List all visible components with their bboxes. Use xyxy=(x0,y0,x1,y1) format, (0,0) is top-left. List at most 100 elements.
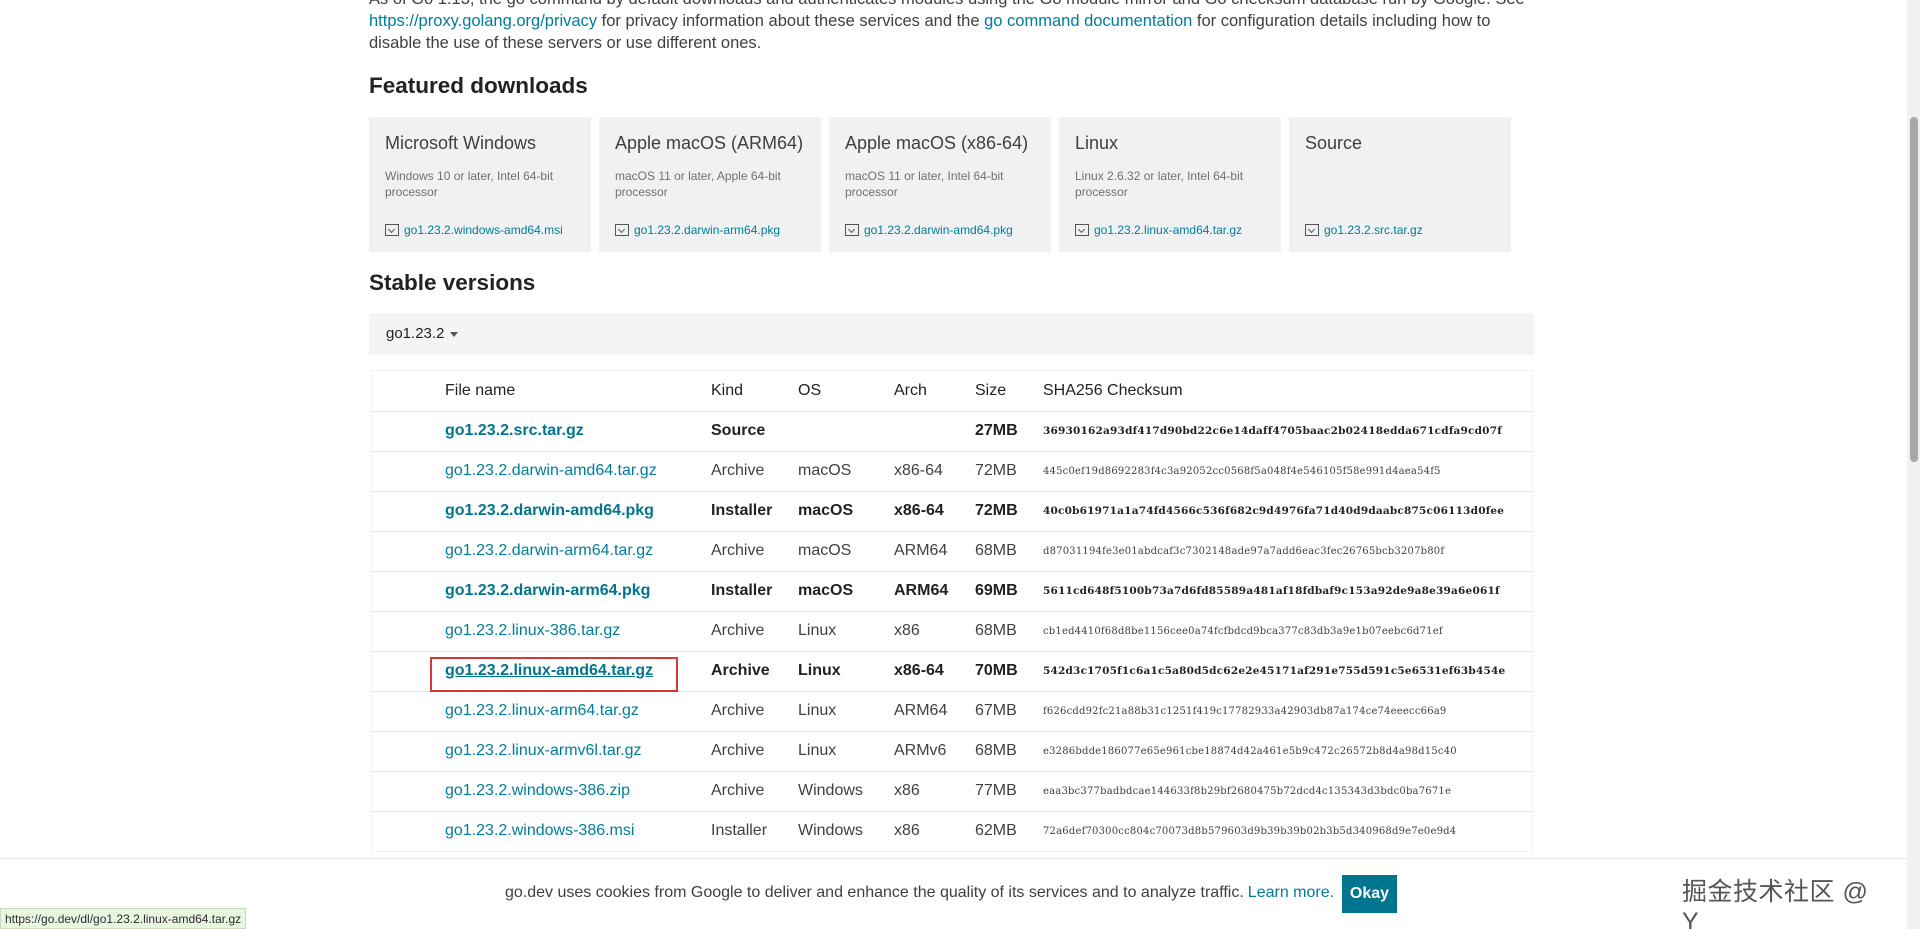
cell-arch: x86 xyxy=(894,810,975,851)
featured-downloads: Microsoft Windows Windows 10 or later, In… xyxy=(369,117,1511,252)
row-spacer xyxy=(372,450,445,491)
cell-file-name: go1.23.2.darwin-amd64.pkg xyxy=(445,490,711,531)
watermark: 掘金技术社区 @ Y_ xyxy=(1682,878,1869,929)
learn-more-link[interactable]: Learn more. xyxy=(1248,884,1334,901)
cell-kind: Archive xyxy=(711,690,798,731)
status-bar-url: https://go.dev/dl/go1.23.2.linux-amd64.t… xyxy=(0,908,247,929)
card-description: Windows 10 or later, Intel 64-bit proces… xyxy=(385,169,554,199)
cell-size: 68MB xyxy=(975,730,1043,771)
row-spacer xyxy=(372,810,445,851)
version-label: go1.23.2 xyxy=(386,325,445,342)
card-download-link[interactable]: go1.23.2.src.tar.gz xyxy=(1305,223,1423,237)
cell-size: 68MB xyxy=(975,530,1043,571)
featured-card[interactable]: Microsoft Windows Windows 10 or later, In… xyxy=(369,117,591,252)
file-download-link[interactable]: go1.23.2.linux-amd64.tar.gz xyxy=(445,662,653,679)
table-row: go1.23.2.src.tar.gz Source 27MB 36930162a93… xyxy=(372,410,1532,451)
cell-size: 72MB xyxy=(975,490,1043,531)
cell-sha256: 445c0ef19d8692283f4c3a92052cc0568f5a048f… xyxy=(1043,450,1532,491)
row-spacer xyxy=(372,610,445,651)
table-body: go1.23.2.src.tar.gz Source 27MB 36930162a93… xyxy=(372,410,1532,851)
card-title: Linux xyxy=(1075,133,1119,153)
okay-button[interactable]: Okay xyxy=(1342,875,1397,913)
row-spacer xyxy=(372,410,445,451)
go-command-doc-link[interactable]: go command documentation xyxy=(984,12,1192,30)
caret-down-icon xyxy=(450,331,459,337)
card-download-link[interactable]: go1.23.2.windows-amd64.msi xyxy=(385,223,563,237)
scrollbar-thumb[interactable] xyxy=(1910,117,1918,462)
file-download-link[interactable]: go1.23.2.darwin-amd64.pkg xyxy=(445,502,654,519)
cell-os: macOS xyxy=(798,450,894,491)
card-download-link[interactable]: go1.23.2.darwin-arm64.pkg xyxy=(615,223,780,237)
row-spacer xyxy=(372,730,445,771)
cell-arch xyxy=(894,410,975,451)
card-title: Source xyxy=(1305,133,1363,153)
table-row: go1.23.2.linux-amd64.tar.gz Archive Linux x… xyxy=(372,650,1532,691)
cell-file-name: go1.23.2.linux-armv6l.tar.gz xyxy=(445,730,711,771)
cell-file-name: go1.23.2.linux-amd64.tar.gz xyxy=(445,650,711,691)
cell-arch: x86-64 xyxy=(894,650,975,691)
privacy-link[interactable]: https://proxy.golang.org/privacy xyxy=(369,12,597,30)
version-toggle[interactable]: go1.23.2 xyxy=(369,313,1534,355)
cell-file-name: go1.23.2.windows-386.msi xyxy=(445,810,711,851)
downloads-table: File name Kind OS Arch Size SHA256 Check… xyxy=(372,371,1532,851)
card-description: macOS 11 or later, Intel 64-bit processo… xyxy=(845,169,1004,199)
cell-kind: Archive xyxy=(711,770,798,811)
card-file-name: go1.23.2.darwin-arm64.pkg xyxy=(634,223,781,237)
table-row: go1.23.2.linux-arm64.tar.gz Archive Linux A… xyxy=(372,690,1532,731)
cell-size: 27MB xyxy=(975,410,1043,451)
download-icon xyxy=(1305,224,1319,236)
cookie-message: go.dev uses cookies from Google to deliv… xyxy=(505,884,1334,902)
cell-file-name: go1.23.2.linux-386.tar.gz xyxy=(445,610,711,651)
cell-kind: Archive xyxy=(711,610,798,651)
cell-os: Linux xyxy=(798,650,894,691)
cell-os: macOS xyxy=(798,570,894,611)
cell-sha256: f626cdd92fc21a88b31c1251f419c17782933a42… xyxy=(1043,690,1532,731)
featured-downloads-heading: Featured downloads xyxy=(369,73,588,98)
header-spacer xyxy=(372,371,445,411)
featured-card[interactable]: Source go1.23.2.src.tar.gz xyxy=(1289,117,1511,252)
cookie-text: go.dev uses cookies from Google to deliv… xyxy=(505,884,1244,901)
cell-arch: x86-64 xyxy=(894,450,975,491)
cell-arch: x86 xyxy=(894,610,975,651)
cell-arch: ARM64 xyxy=(894,690,975,731)
card-download-link[interactable]: go1.23.2.linux-amd64.tar.gz xyxy=(1075,223,1242,237)
featured-card[interactable]: Apple macOS (ARM64) macOS 11 or later, Ap… xyxy=(599,117,821,252)
file-download-link[interactable]: go1.23.2.linux-arm64.tar.gz xyxy=(445,702,639,719)
vertical-scrollbar[interactable] xyxy=(1907,0,1920,929)
table-row: go1.23.2.linux-armv6l.tar.gz Archive Linux… xyxy=(372,730,1532,771)
featured-card[interactable]: Linux Linux 2.6.32 or later, Intel 64-bit… xyxy=(1059,117,1281,252)
file-download-link[interactable]: go1.23.2.darwin-amd64.tar.gz xyxy=(445,462,657,479)
intro-text-1: As of Go 1.13, the go command by default… xyxy=(369,0,1525,8)
file-download-link[interactable]: go1.23.2.src.tar.gz xyxy=(445,422,584,439)
table-row: go1.23.2.darwin-amd64.tar.gz Archive macOS… xyxy=(372,450,1532,491)
cell-arch: ARM64 xyxy=(894,570,975,611)
file-download-link[interactable]: go1.23.2.darwin-arm64.tar.gz xyxy=(445,542,653,559)
card-title: Apple macOS (ARM64) xyxy=(615,133,804,153)
cell-kind: Installer xyxy=(711,810,798,851)
card-file-name: go1.23.2.windows-amd64.msi xyxy=(404,223,563,237)
cell-os: Linux xyxy=(798,730,894,771)
card-file-name: go1.23.2.src.tar.gz xyxy=(1324,223,1423,237)
row-spacer xyxy=(372,770,445,811)
file-download-link[interactable]: go1.23.2.windows-386.zip xyxy=(445,782,630,799)
cell-kind: Archive xyxy=(711,530,798,571)
card-file-name: go1.23.2.linux-amd64.tar.gz xyxy=(1094,223,1243,237)
featured-card[interactable]: Apple macOS (x86-64) macOS 11 or later, I… xyxy=(829,117,1051,252)
row-spacer xyxy=(372,490,445,531)
cell-kind: Archive xyxy=(711,730,798,771)
cell-os: Linux xyxy=(798,610,894,651)
file-download-link[interactable]: go1.23.2.windows-386.msi xyxy=(445,822,634,839)
file-download-link[interactable]: go1.23.2.linux-armv6l.tar.gz xyxy=(445,742,642,759)
cell-os: Linux xyxy=(798,690,894,731)
file-download-link[interactable]: go1.23.2.linux-386.tar.gz xyxy=(445,622,620,639)
cell-size: 77MB xyxy=(975,770,1043,811)
card-download-link[interactable]: go1.23.2.darwin-amd64.pkg xyxy=(845,223,1013,237)
table-header-row: File name Kind OS Arch Size SHA256 Check… xyxy=(372,371,1532,411)
cell-sha256: 72a6def70300cc804c70073d8b579603d9b39b39… xyxy=(1043,810,1532,851)
file-download-link[interactable]: go1.23.2.darwin-arm64.pkg xyxy=(445,582,650,599)
cell-kind: Source xyxy=(711,410,798,451)
cell-arch: ARMv6 xyxy=(894,730,975,771)
cell-file-name: go1.23.2.darwin-amd64.tar.gz xyxy=(445,450,711,491)
header-kind: Kind xyxy=(711,381,744,399)
cell-size: 69MB xyxy=(975,570,1043,611)
